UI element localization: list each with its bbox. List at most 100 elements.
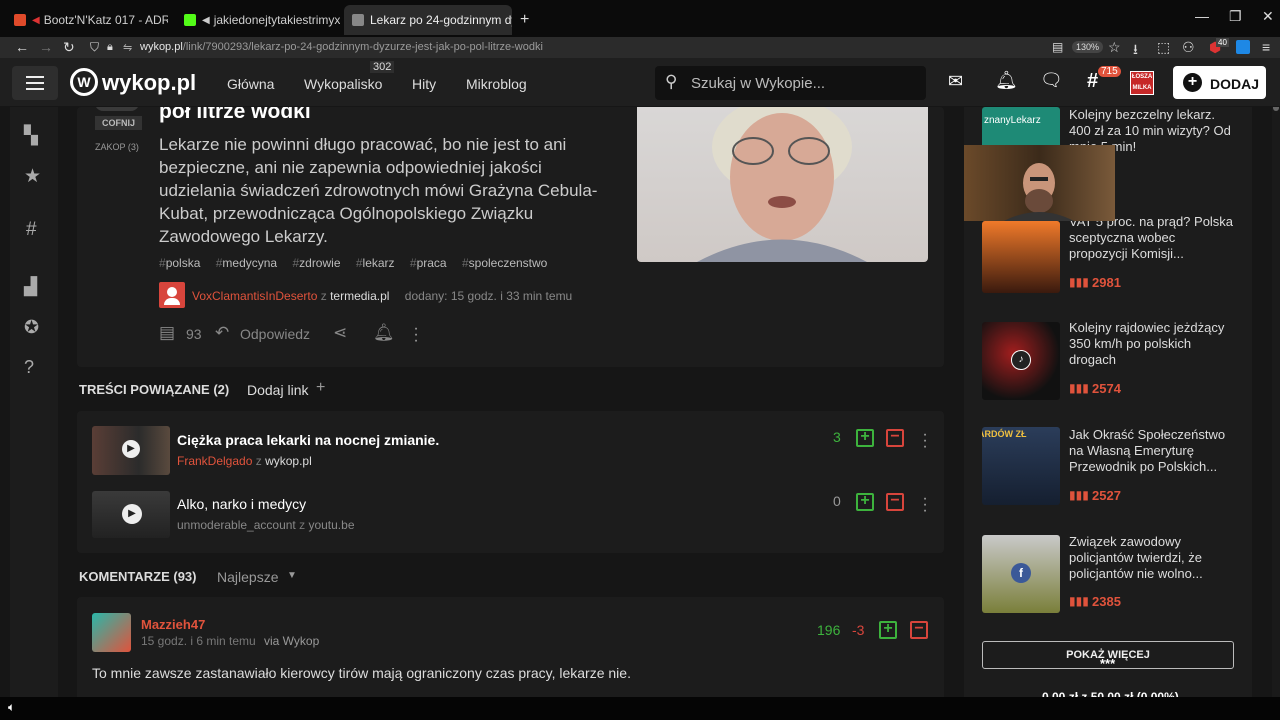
bury-button[interactable]: ZAKOP (3)	[95, 142, 139, 152]
lock-icon[interactable]: 🔒︎	[107, 41, 113, 54]
comment-author[interactable]: Mazzieh47	[141, 617, 205, 632]
related-author[interactable]: FrankDelgado	[177, 454, 252, 468]
chevron-down-icon[interactable]: ▼	[287, 570, 297, 581]
speaker-icon[interactable]: 🔈︎	[8, 700, 15, 715]
comments-count[interactable]: 93	[186, 326, 202, 342]
article-thumbnail[interactable]	[637, 107, 928, 262]
minimize-icon[interactable]: —	[1195, 8, 1209, 24]
more-options-icon[interactable]: · · ·	[922, 427, 928, 455]
reader-icon[interactable]: ▤	[1052, 40, 1063, 54]
comment-upvote-button[interactable]: +	[879, 621, 897, 639]
add-button[interactable]: + DODAJ	[1173, 66, 1266, 99]
tag-link[interactable]: #praca	[410, 256, 447, 270]
sidebar-item-title[interactable]: VAT 5 proc. na prąd? Polska sceptyczna w…	[1069, 214, 1234, 262]
nav-wykopalisko[interactable]: Wykopalisko	[304, 76, 382, 92]
browser-tab-3-active[interactable]: Lekarz po 24-godzinnym dyżurz ✕	[344, 5, 512, 35]
notifications-icon[interactable]: 🔔︎	[995, 70, 1018, 91]
downvote-button[interactable]: −	[886, 493, 904, 511]
related-thumbnail[interactable]: ▶	[92, 426, 170, 475]
tag-link[interactable]: #spoleczenstwo	[462, 256, 547, 270]
messages-icon[interactable]: ✉	[948, 71, 963, 92]
tag-link[interactable]: #medycyna	[216, 256, 277, 270]
nav-hity[interactable]: Hity	[412, 76, 436, 92]
add-link-plus-icon[interactable]: +	[316, 379, 325, 397]
help-icon[interactable]: ?	[24, 357, 34, 378]
reply-button[interactable]: Odpowiedz	[240, 326, 310, 342]
shield-icon[interactable]: ⛉	[90, 40, 99, 55]
browser-tab-2[interactable]: ◀ jakiedonejtytakiestrimyxD 5 ✕	[176, 7, 340, 33]
tag-link[interactable]: #polska	[159, 256, 200, 270]
sidebar-thumbnail[interactable]: ARDÓW ZŁ	[982, 427, 1060, 505]
url-field[interactable]: wykop.pl/link/7900293/lekarz-po-24-godzi…	[140, 41, 543, 53]
comment-text: To mnie zawsze zastanawiało kierowcy tir…	[92, 665, 631, 681]
scrollbar-thumb[interactable]	[1273, 107, 1279, 111]
sidebar-thumbnail[interactable]	[982, 221, 1060, 293]
nav-glowna[interactable]: Główna	[227, 76, 274, 92]
upvote-button[interactable]: +	[856, 493, 874, 511]
search-input[interactable]: Szukaj w Wykopie...	[691, 75, 825, 92]
sidebar-item-title[interactable]: Jak Okraść Społeczeństwo na Własną Emery…	[1069, 427, 1234, 475]
comment-downvote-button[interactable]: −	[910, 621, 928, 639]
undo-button[interactable]: COFNIJ	[95, 116, 143, 130]
comment-avatar[interactable]	[92, 613, 131, 652]
reply-icon[interactable]: ↶	[215, 323, 229, 343]
overlay-stars: ***	[1100, 656, 1116, 671]
sidebar-thumbnail[interactable]: ♪	[982, 322, 1060, 400]
maximize-icon[interactable]: ❐	[1229, 8, 1242, 25]
extensions-icon[interactable]: ⬚	[1157, 39, 1170, 56]
wykop-logo-icon[interactable]: W	[70, 68, 98, 96]
zoom-level[interactable]: 130%	[1072, 41, 1104, 53]
sidebar-item-title[interactable]: Związek zawodowy policjantów twierdzi, ż…	[1069, 534, 1234, 582]
bookmark-star-icon[interactable]: ☆	[1108, 39, 1121, 56]
back-icon[interactable]: ←	[15, 39, 29, 55]
upvote-button[interactable]: +	[856, 429, 874, 447]
media-controls-bar: 🔈︎	[0, 697, 1280, 720]
related-author[interactable]: unmoderable_account	[177, 518, 296, 532]
nav-mikroblog[interactable]: Mikroblog	[466, 76, 527, 92]
article-title[interactable]: pół litrze wódki	[159, 107, 311, 124]
observe-bell-icon[interactable]: 🔔︎	[373, 323, 395, 343]
reload-icon[interactable]: ↻	[63, 39, 75, 56]
tag-link[interactable]: #lekarz	[356, 256, 395, 270]
related-title-link[interactable]: Alko, narko i medycy	[177, 496, 306, 512]
search-box[interactable]: ⚲ Szukaj w Wykopie...	[655, 66, 926, 100]
add-link-button[interactable]: Dodaj link	[247, 382, 308, 398]
scrollbar-track[interactable]	[1272, 107, 1280, 697]
author-avatar[interactable]	[159, 282, 185, 308]
forward-icon[interactable]: →	[39, 39, 53, 55]
permissions-icon[interactable]: ⇋	[123, 41, 132, 54]
sort-select[interactable]: Najlepsze	[217, 569, 278, 585]
site-logo[interactable]: wykop.pl	[102, 70, 196, 96]
tag-link[interactable]: #zdrowie	[292, 256, 340, 270]
chat-icon[interactable]: 🗨︎	[1040, 70, 1063, 91]
wykop-votes-icon: ▮▮▮	[1069, 594, 1089, 608]
new-tab-button[interactable]: +	[512, 7, 534, 33]
hamburger-button[interactable]	[12, 66, 58, 100]
extension-s-icon[interactable]	[1236, 40, 1250, 54]
related-source[interactable]: youtu.be	[308, 518, 354, 532]
downvote-button[interactable]: −	[886, 429, 904, 447]
related-source[interactable]: wykop.pl	[265, 454, 312, 468]
comments-icon[interactable]: ▤	[159, 323, 175, 343]
links-icon[interactable]: ▚	[24, 125, 38, 146]
tags-icon[interactable]: #	[26, 219, 37, 241]
source-link[interactable]: termedia.pl	[330, 289, 389, 303]
favorites-star-icon[interactable]: ★	[24, 165, 41, 188]
sidebar-thumbnail[interactable]: f	[982, 535, 1060, 613]
added-time: dodany: 15 godz. i 33 min temu	[404, 289, 573, 303]
tags-hash-icon[interactable]: #	[1087, 70, 1098, 93]
related-title-link[interactable]: Ciężka praca lekarki na nocnej zmianie.	[177, 432, 439, 448]
ranking-icon[interactable]: ▟	[24, 277, 37, 297]
container-icon[interactable]: ⚇	[1182, 39, 1195, 56]
close-window-icon[interactable]: ✕	[1262, 8, 1274, 25]
user-avatar[interactable]: ŁOSZA MILKA	[1130, 71, 1154, 95]
author-link[interactable]: VoxClamantisInDeserto	[192, 289, 317, 303]
more-options-icon[interactable]: · · ·	[413, 321, 419, 349]
related-thumbnail[interactable]: ▶	[92, 491, 170, 538]
menu-icon[interactable]: ≡	[1262, 39, 1270, 55]
more-options-icon[interactable]: · · ·	[922, 491, 928, 519]
badges-icon[interactable]: ✪	[24, 317, 39, 338]
browser-tab-1[interactable]: ◀ Bootz'N'Katz 017 - ADRL La ✕	[6, 7, 168, 33]
sidebar-item-title[interactable]: Kolejny rajdowiec jeżdżący 350 km/h po p…	[1069, 320, 1234, 368]
share-icon[interactable]: ⋖	[333, 323, 347, 343]
